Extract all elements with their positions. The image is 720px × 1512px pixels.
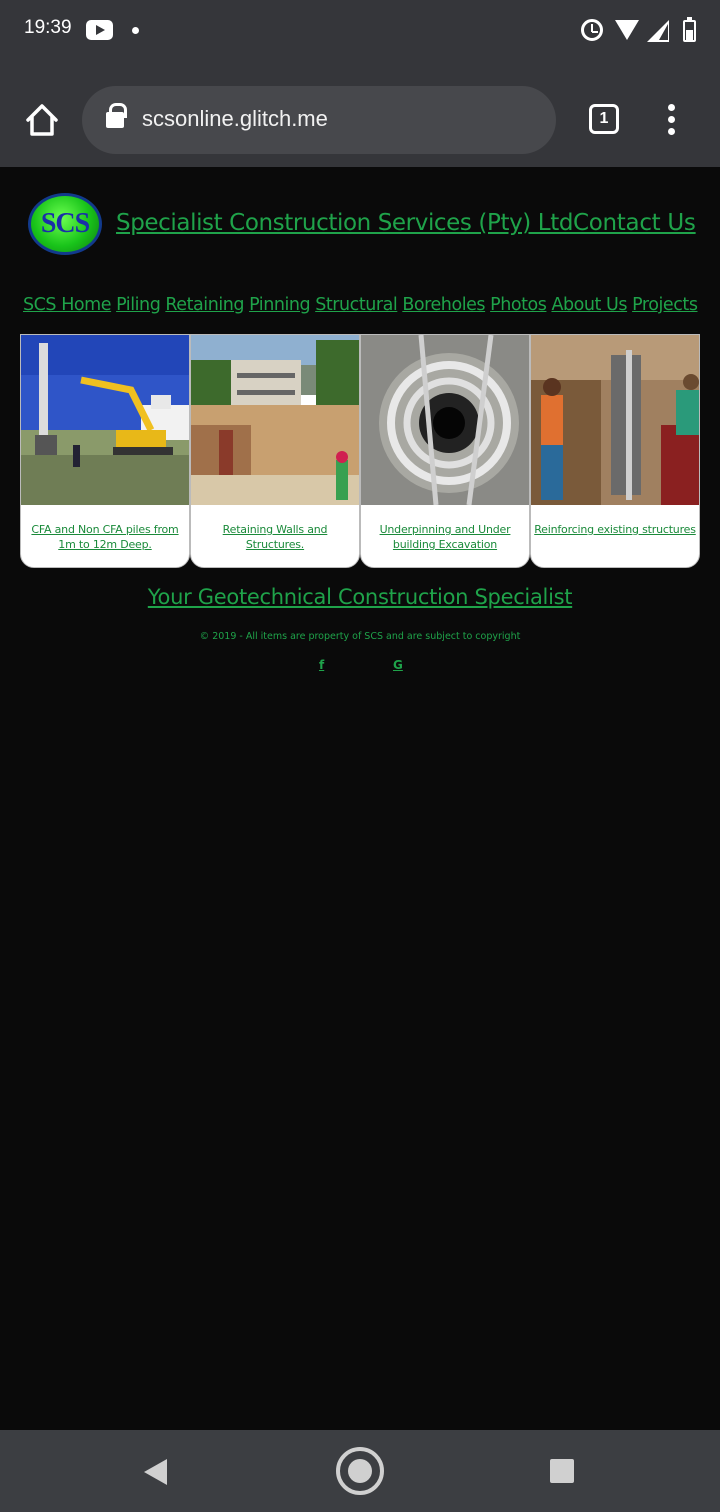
reinforcing-photo [531, 335, 699, 505]
scs-logo[interactable]: SCS [28, 193, 102, 255]
facebook-link[interactable]: f [319, 658, 324, 672]
company-name-link[interactable]: Specialist Construction Services (Pty) L… [116, 210, 573, 236]
service-card-retaining[interactable]: Retaining Walls and Structures. [190, 334, 360, 568]
nav-item-piling[interactable]: Piling [116, 295, 161, 315]
more-menu-icon [668, 104, 675, 111]
more-menu-icon [668, 116, 675, 123]
url-text: scsonline.glitch.me [142, 106, 328, 131]
youtube-icon [86, 20, 113, 40]
lock-icon [106, 103, 127, 128]
card-caption[interactable]: Retaining Walls and Structures. [191, 522, 359, 552]
nav-item-photos[interactable]: Photos [490, 295, 547, 315]
copyright-text: © 2019 - All items are property of SCS a… [199, 631, 521, 642]
home-icon [26, 104, 58, 136]
logo-text: SCS [40, 208, 90, 239]
service-card-piling[interactable]: CFA and Non CFA piles from 1m to 12m Dee… [20, 334, 190, 568]
notification-dot-icon [132, 27, 139, 34]
service-cards: CFA and Non CFA piles from 1m to 12m Dee… [20, 334, 701, 569]
card-caption[interactable]: CFA and Non CFA piles from 1m to 12m Dee… [21, 522, 189, 552]
card-caption[interactable]: Underpinning and Under building Excavati… [361, 522, 529, 552]
google-link[interactable]: G [393, 658, 403, 672]
browser-toolbar: scsonline.glitch.me 1 [0, 60, 720, 167]
recents-icon[interactable] [550, 1459, 574, 1483]
battery-icon [683, 17, 696, 42]
card-caption[interactable]: Reinforcing existing structures [531, 522, 699, 537]
underpinning-photo [361, 335, 529, 505]
service-card-underpinning[interactable]: Underpinning and Under building Excavati… [360, 334, 530, 568]
signal-icon [647, 20, 669, 42]
tagline-link[interactable]: Your Geotechnical Construction Specialis… [0, 585, 720, 609]
more-menu-button[interactable] [662, 104, 682, 136]
nav-item-boreholes[interactable]: Boreholes [402, 295, 485, 315]
service-card-reinforcing[interactable]: Reinforcing existing structures [530, 334, 700, 568]
status-time: 19:39 [24, 17, 72, 38]
wifi-icon [615, 20, 639, 40]
tab-switcher-button[interactable]: 1 [589, 104, 619, 134]
nav-item-structural[interactable]: Structural [315, 295, 398, 315]
contact-us-link[interactable]: Contact Us [573, 210, 696, 236]
home-circle-icon[interactable] [336, 1447, 384, 1495]
web-page: SCS Specialist Construction Services (Pt… [0, 167, 720, 1430]
more-menu-icon [668, 128, 675, 135]
piling-rig-photo [21, 335, 189, 505]
nav-item-scs-home[interactable]: SCS Home [23, 295, 112, 315]
home-button[interactable] [22, 100, 62, 140]
retaining-wall-photo [191, 335, 359, 505]
nav-item-pinning[interactable]: Pinning [249, 295, 311, 315]
system-nav-bar [0, 1430, 720, 1512]
main-nav: SCS Home Piling Retaining Pinning Structural… [23, 295, 713, 315]
back-icon[interactable] [144, 1459, 167, 1485]
nav-item-projects[interactable]: Projects [632, 295, 698, 315]
nav-item-about-us[interactable]: About Us [551, 295, 627, 315]
url-bar[interactable]: scsonline.glitch.me [82, 86, 556, 154]
nav-item-retaining[interactable]: Retaining [165, 295, 244, 315]
alarm-icon [581, 19, 603, 41]
status-bar: 19:39 [0, 0, 720, 60]
